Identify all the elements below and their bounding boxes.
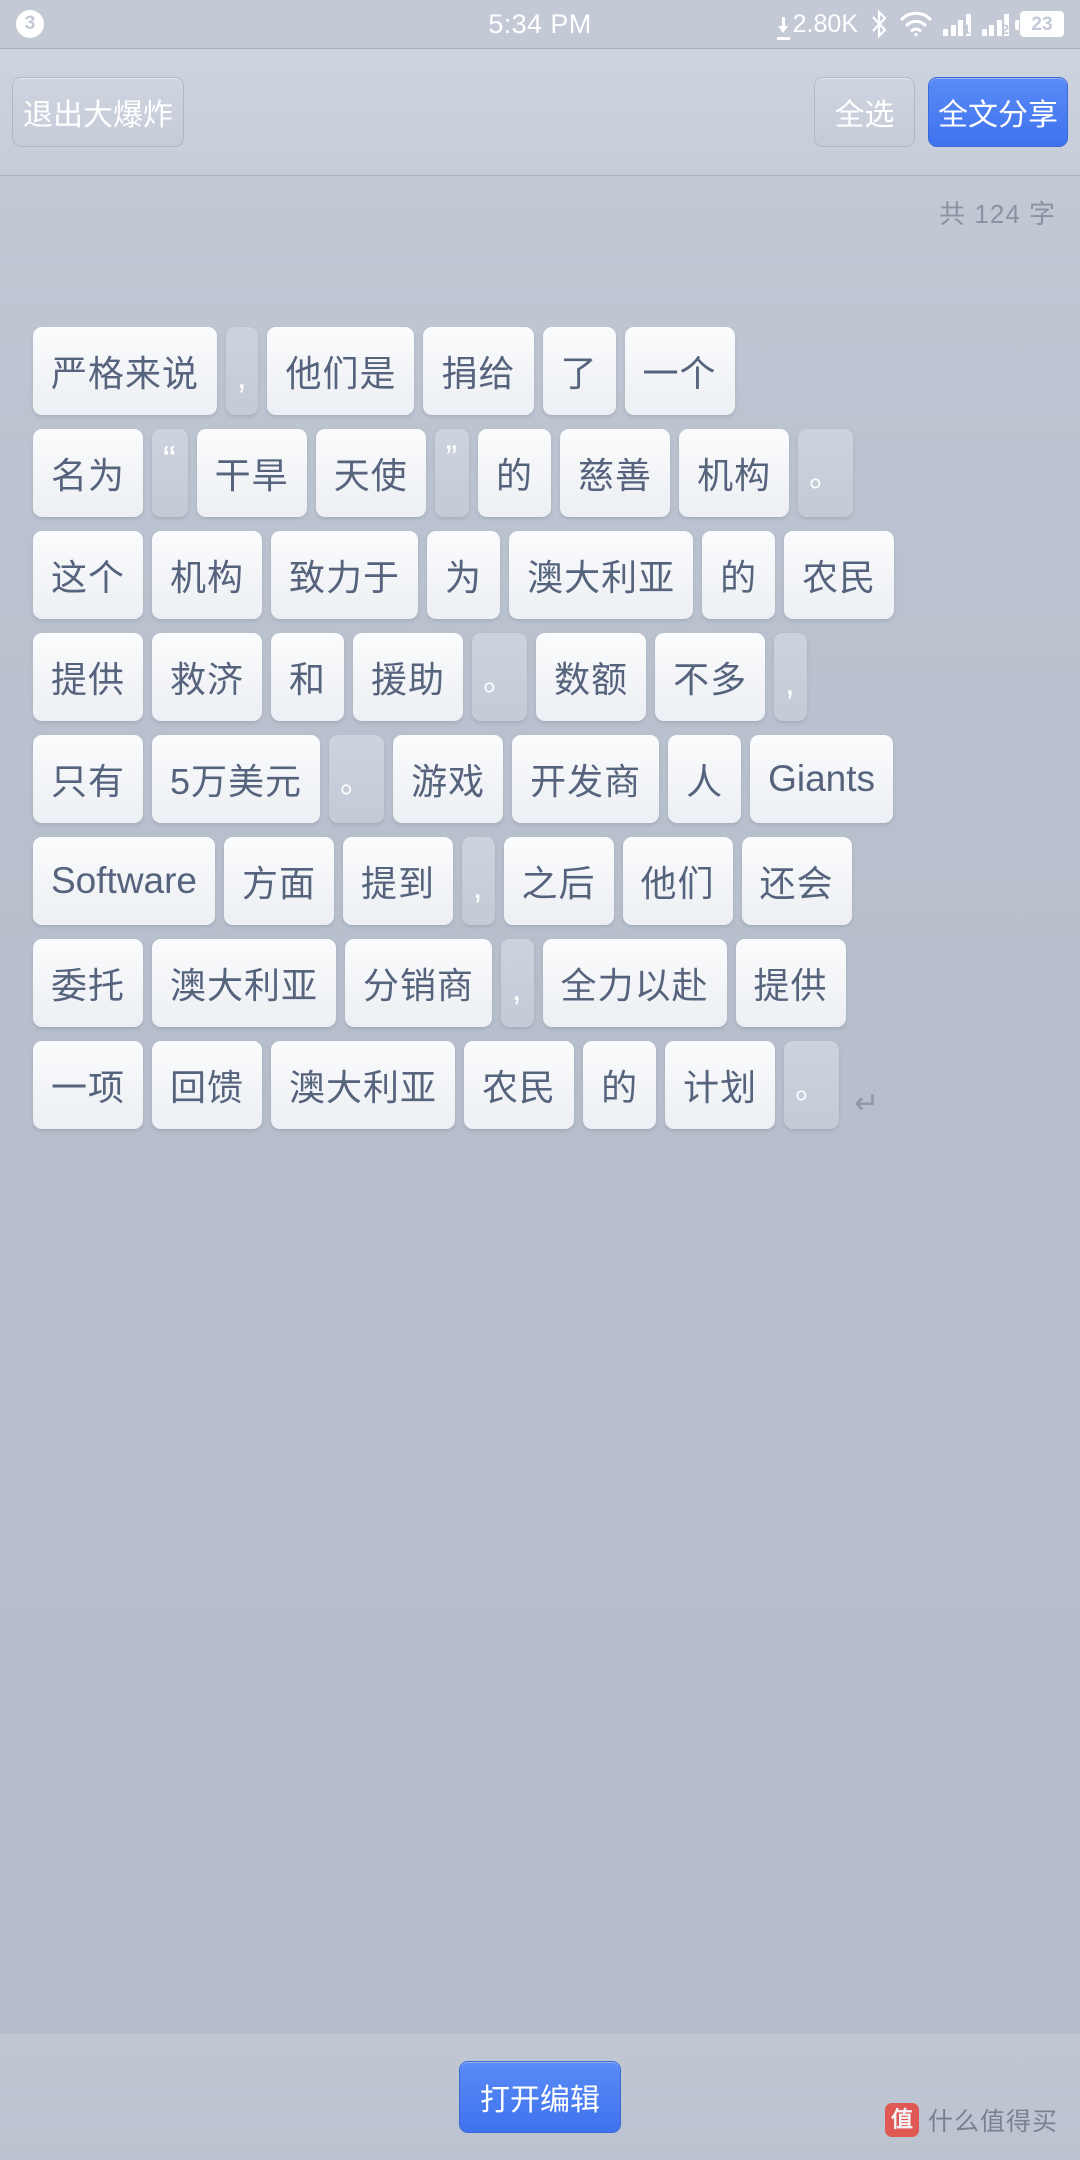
watermark-text: 什么值得买 bbox=[927, 2108, 1058, 2136]
word-chip[interactable]: “ bbox=[152, 429, 188, 517]
share-all-button[interactable]: 全文分享 bbox=[928, 77, 1068, 147]
word-chip[interactable]: 他们 bbox=[622, 837, 733, 925]
word-chip[interactable]: 援助 bbox=[353, 633, 464, 721]
word-chip[interactable]: 不多 bbox=[655, 633, 766, 721]
watermark: 值 什么值得买 bbox=[884, 2102, 1058, 2138]
word-chip[interactable]: 严格来说 bbox=[33, 327, 218, 415]
word-chip[interactable]: , bbox=[226, 327, 259, 415]
open-editor-label: 打开编辑 bbox=[480, 2084, 600, 2117]
chip-row: 名为 “干旱 天使” 的慈善 机构。 bbox=[33, 429, 1047, 517]
status-bar-right: 2.80K 1 2 23 bbox=[776, 9, 1064, 40]
word-chip[interactable]: 数额 bbox=[536, 633, 647, 721]
chip-row: Software 方面 提到, 之后 他们 还会 bbox=[33, 837, 1047, 925]
word-chip[interactable]: 还会 bbox=[741, 837, 852, 925]
chip-row: 一项 回馈 澳大利亚 农民的计划。 ↵ bbox=[33, 1041, 1047, 1129]
word-chip[interactable]: 一项 bbox=[33, 1041, 144, 1129]
word-chip[interactable]: 游戏 bbox=[393, 735, 504, 823]
word-chip[interactable]: 了 bbox=[542, 327, 616, 415]
sim1-label: 1 bbox=[962, 21, 971, 37]
word-chip[interactable]: 农民 bbox=[464, 1041, 575, 1129]
word-chip[interactable]: 救济 bbox=[152, 633, 263, 721]
word-chip[interactable]: 为 bbox=[427, 531, 501, 619]
word-chip[interactable]: 提到 bbox=[343, 837, 454, 925]
word-chip[interactable]: 这个 bbox=[33, 531, 144, 619]
open-editor-button[interactable]: 打开编辑 bbox=[459, 2061, 621, 2133]
word-chip[interactable]: , bbox=[462, 837, 495, 925]
exit-bigbang-button[interactable]: 退出大爆炸 bbox=[12, 77, 184, 147]
word-chip[interactable]: ” bbox=[434, 429, 470, 517]
word-chip[interactable]: Software bbox=[33, 837, 216, 925]
network-speed-value: 2.80K bbox=[792, 9, 858, 38]
word-chip[interactable]: 人 bbox=[668, 735, 742, 823]
word-chips-container: 严格来说, 他们是 捐给了一个 名为 “干旱 天使” 的慈善 机构。这个 机构 致力于为澳大利亚的… bbox=[0, 231, 1080, 1129]
word-chip[interactable]: 干旱 bbox=[196, 429, 307, 517]
select-all-button[interactable]: 全选 bbox=[814, 77, 915, 147]
chip-row: 这个 机构 致力于为澳大利亚的农民 bbox=[33, 531, 1047, 619]
word-chip[interactable]: 。 bbox=[472, 633, 528, 721]
chip-row: 提供 救济和援助。数额 不多, bbox=[33, 633, 1047, 721]
word-chip[interactable]: , bbox=[501, 939, 534, 1027]
word-chip[interactable]: 委托 bbox=[33, 939, 144, 1027]
word-chip[interactable]: 的 bbox=[583, 1041, 657, 1129]
sim2-signal-icon: 2 bbox=[981, 12, 1009, 37]
word-chip[interactable]: 的 bbox=[478, 429, 552, 517]
word-chip[interactable]: 慈善 bbox=[560, 429, 671, 517]
word-chip[interactable]: 捐给 bbox=[423, 327, 534, 415]
word-chip[interactable]: 机构 bbox=[152, 531, 263, 619]
word-chip[interactable]: 分销商 bbox=[345, 939, 493, 1027]
word-chip[interactable]: 。 bbox=[329, 735, 385, 823]
word-chip[interactable]: 一个 bbox=[624, 327, 735, 415]
word-chip[interactable]: 他们是 bbox=[267, 327, 415, 415]
word-chip[interactable]: 名为 bbox=[33, 429, 144, 517]
word-chip[interactable]: 。 bbox=[784, 1041, 840, 1129]
status-bar: 3 5:34 PM 2.80K 1 2 23 bbox=[0, 0, 1080, 48]
word-chip[interactable]: 方面 bbox=[224, 837, 335, 925]
word-chip[interactable]: 提供 bbox=[735, 939, 846, 1027]
word-chip[interactable]: 全力以赴 bbox=[542, 939, 727, 1027]
word-chip[interactable]: 提供 bbox=[33, 633, 144, 721]
word-chip[interactable]: 回馈 bbox=[152, 1041, 263, 1129]
wifi-icon bbox=[900, 11, 932, 37]
word-chip[interactable]: , bbox=[774, 633, 807, 721]
content-area: 共 124 字 严格来说, 他们是 捐给了一个 名为 “干旱 天使” 的慈善 机构。这个 机构致… bbox=[0, 176, 1080, 2160]
word-chip[interactable]: 只有 bbox=[33, 735, 144, 823]
watermark-logo-icon: 值 bbox=[884, 2103, 919, 2137]
network-speed-indicator: 2.80K bbox=[776, 9, 858, 40]
chip-row: 严格来说, 他们是 捐给了一个 bbox=[33, 327, 1047, 415]
word-chip[interactable]: 澳大利亚 bbox=[271, 1041, 456, 1129]
download-arrow-icon bbox=[776, 16, 790, 40]
battery-level-text: 23 bbox=[1031, 13, 1053, 35]
paragraph-end-marker-icon: ↵ bbox=[854, 1087, 880, 1120]
bottom-toolbar: 打开编辑 bbox=[0, 2034, 1080, 2160]
share-all-label: 全文分享 bbox=[938, 99, 1058, 132]
notification-count-badge: 3 bbox=[16, 10, 44, 38]
top-toolbar: 退出大爆炸 全选 全文分享 bbox=[0, 48, 1080, 176]
bluetooth-icon bbox=[869, 9, 889, 39]
sim1-signal-icon: 1 bbox=[943, 12, 971, 36]
word-chip[interactable]: 澳大利亚 bbox=[152, 939, 337, 1027]
battery-icon: 23 bbox=[1015, 11, 1064, 37]
word-chip[interactable]: 开发商 bbox=[512, 735, 660, 823]
exit-bigbang-label: 退出大爆炸 bbox=[23, 99, 173, 132]
word-chip[interactable]: 致力于 bbox=[271, 531, 419, 619]
word-chip[interactable]: 天使 bbox=[315, 429, 426, 517]
chip-row: 委托 澳大利亚 分销商, 全力以赴 提供 bbox=[33, 939, 1047, 1027]
word-chip[interactable]: 机构 bbox=[679, 429, 790, 517]
select-all-label: 全选 bbox=[834, 99, 895, 132]
word-chip[interactable]: 之后 bbox=[503, 837, 614, 925]
word-chip[interactable]: 。 bbox=[798, 429, 854, 517]
word-chip[interactable]: 农民 bbox=[784, 531, 895, 619]
word-chip[interactable]: 5万美元 bbox=[152, 735, 321, 823]
word-chip[interactable]: Giants bbox=[750, 735, 894, 823]
sim2-label: 2 bbox=[1001, 21, 1009, 37]
word-chip[interactable]: 的 bbox=[702, 531, 776, 619]
word-chip[interactable]: 计划 bbox=[665, 1041, 776, 1129]
status-bar-left: 3 bbox=[16, 10, 362, 38]
word-chip[interactable]: 澳大利亚 bbox=[509, 531, 694, 619]
word-count-label: 共 124 字 bbox=[939, 199, 1056, 229]
word-chip[interactable]: 和 bbox=[271, 633, 345, 721]
chip-row: 只有 5万美元。游戏 开发商人 Giants bbox=[33, 735, 1047, 823]
